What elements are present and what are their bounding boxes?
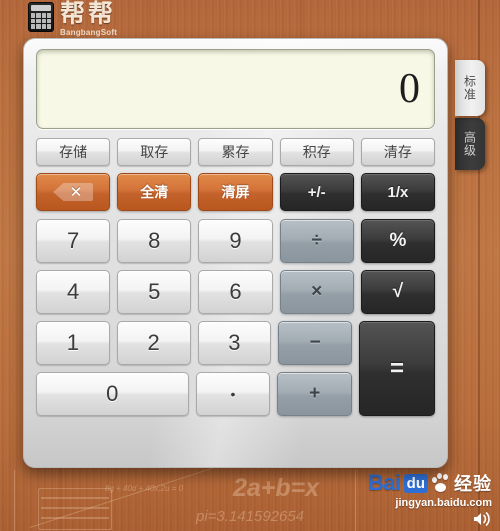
- digit-8-button[interactable]: 8: [117, 219, 192, 263]
- baidu-jingyan: 经验: [454, 474, 492, 494]
- display-screen[interactable]: 0: [36, 49, 435, 129]
- digit-3-button[interactable]: 3: [197, 321, 272, 365]
- brand-name-cn: 帮帮: [60, 0, 117, 28]
- memory-clear-button[interactable]: 清存: [360, 138, 436, 166]
- keypad: 存储 取存 累存 积存 清存 ✕ 全清 清屏 +/- 1/x 7 8 9 ÷ %…: [36, 138, 436, 416]
- decimal-point-button[interactable]: •: [195, 372, 271, 416]
- baidu-watermark: Bai du 经验 jingyan.baidu.com: [368, 470, 492, 527]
- digit-5-label: 5: [148, 279, 161, 304]
- tab-advanced[interactable]: 高级: [455, 118, 485, 170]
- function-row: ✕ 全清 清屏 +/- 1/x: [36, 173, 436, 211]
- keypad-row-0: 0 • +: [36, 372, 353, 416]
- digit-2-button[interactable]: 2: [116, 321, 191, 365]
- paw-icon: [431, 473, 451, 493]
- chalk-line: [29, 465, 221, 528]
- tab-advanced-label: 高级: [462, 131, 477, 157]
- digit-0-button[interactable]: 0: [36, 372, 189, 416]
- clear-screen-label: 清屏: [221, 184, 250, 200]
- equals-button[interactable]: =: [359, 321, 435, 416]
- memory-add-label: 累存: [221, 144, 250, 160]
- clear-all-button[interactable]: 全清: [117, 173, 192, 211]
- multiply-label: ×: [311, 281, 323, 302]
- calculator-body: 0 存储 取存 累存 积存 清存 ✕ 全清 清屏 +/- 1/x 7 8 9 ÷…: [23, 38, 448, 468]
- sqrt-label: √: [392, 281, 404, 302]
- digit-7-button[interactable]: 7: [36, 219, 111, 263]
- reciprocal-label: 1/x: [387, 183, 409, 201]
- tab-standard[interactable]: 标准: [455, 60, 485, 116]
- brand-logo: 帮帮 BangbangSoft: [28, 2, 117, 37]
- speaker-icon: [368, 511, 492, 527]
- abacus-icon: [38, 488, 112, 530]
- memory-multiply-button[interactable]: 积存: [279, 138, 354, 166]
- divide-button[interactable]: ÷: [279, 219, 354, 263]
- chalk-line: [14, 470, 15, 531]
- digit-4-button[interactable]: 4: [36, 270, 111, 314]
- brand-name-en: BangbangSoft: [60, 28, 118, 37]
- clear-all-label: 全清: [140, 184, 169, 200]
- memory-add-button[interactable]: 累存: [198, 138, 273, 166]
- digit-0-label: 0: [106, 381, 119, 406]
- digit-1-button[interactable]: 1: [36, 321, 110, 365]
- digit-9-label: 9: [229, 228, 242, 253]
- memory-multiply-label: 积存: [302, 144, 331, 160]
- digit-8-label: 8: [148, 228, 161, 253]
- digit-9-button[interactable]: 9: [198, 219, 273, 263]
- digit-7-label: 7: [66, 228, 80, 253]
- calculator-icon: [28, 2, 54, 32]
- digit-1-label: 1: [66, 330, 79, 355]
- memory-row: 存储 取存 累存 积存 清存: [36, 138, 436, 166]
- backspace-button[interactable]: ✕: [36, 173, 111, 211]
- digit-5-button[interactable]: 5: [117, 270, 192, 314]
- backspace-glyph: ✕: [69, 183, 83, 201]
- keypad-row-789: 7 8 9 ÷ %: [36, 219, 436, 263]
- screenshot-root: 2a+b=x pi=3.141592654 8g + 40d + 40x,2u …: [0, 0, 500, 531]
- tab-standard-label: 标准: [462, 75, 477, 101]
- digit-3-label: 3: [228, 330, 241, 355]
- chalk-formula-1: 2a+b=x: [233, 474, 320, 502]
- memory-recall-label: 取存: [140, 144, 169, 160]
- display-value: 0: [399, 66, 420, 112]
- keypad-row-456: 4 5 6 × √: [36, 270, 436, 314]
- clear-screen-button[interactable]: 清屏: [198, 173, 273, 211]
- sqrt-button[interactable]: √: [360, 270, 436, 314]
- sign-toggle-label: +/-: [307, 183, 326, 201]
- sign-toggle-button[interactable]: +/-: [279, 173, 354, 211]
- chalk-formula-3: 8g + 40d + 40x,2u = 0: [105, 484, 184, 493]
- percent-label: %: [389, 230, 407, 251]
- divide-label: ÷: [311, 230, 322, 251]
- digit-6-button[interactable]: 6: [198, 270, 273, 314]
- minus-button[interactable]: −: [278, 321, 353, 365]
- plus-label: +: [309, 383, 321, 404]
- equals-label: =: [390, 354, 405, 382]
- chalk-line: [355, 470, 356, 531]
- memory-store-button[interactable]: 存储: [36, 138, 111, 166]
- plus-button[interactable]: +: [277, 372, 353, 416]
- multiply-button[interactable]: ×: [279, 270, 354, 314]
- minus-label: −: [309, 332, 321, 353]
- digit-4-label: 4: [66, 279, 80, 304]
- keypad-bottom-grid: 1 2 3 − 0 • + =: [36, 321, 435, 416]
- decimal-point-label: •: [230, 386, 236, 402]
- memory-clear-label: 清存: [383, 144, 412, 160]
- digit-2-label: 2: [147, 330, 160, 355]
- chalk-formula-2: pi=3.141592654: [196, 508, 305, 525]
- baidu-du: du: [403, 473, 428, 493]
- baidu-url: jingyan.baidu.com: [395, 497, 492, 509]
- percent-button[interactable]: %: [360, 219, 436, 263]
- digit-6-label: 6: [229, 279, 242, 304]
- memory-store-label: 存储: [59, 144, 88, 160]
- memory-recall-button[interactable]: 取存: [117, 138, 192, 166]
- backspace-icon: ✕: [53, 183, 94, 201]
- keypad-row-123: 1 2 3 −: [36, 321, 353, 365]
- baidu-word: Bai: [367, 470, 401, 495]
- reciprocal-button[interactable]: 1/x: [360, 173, 436, 211]
